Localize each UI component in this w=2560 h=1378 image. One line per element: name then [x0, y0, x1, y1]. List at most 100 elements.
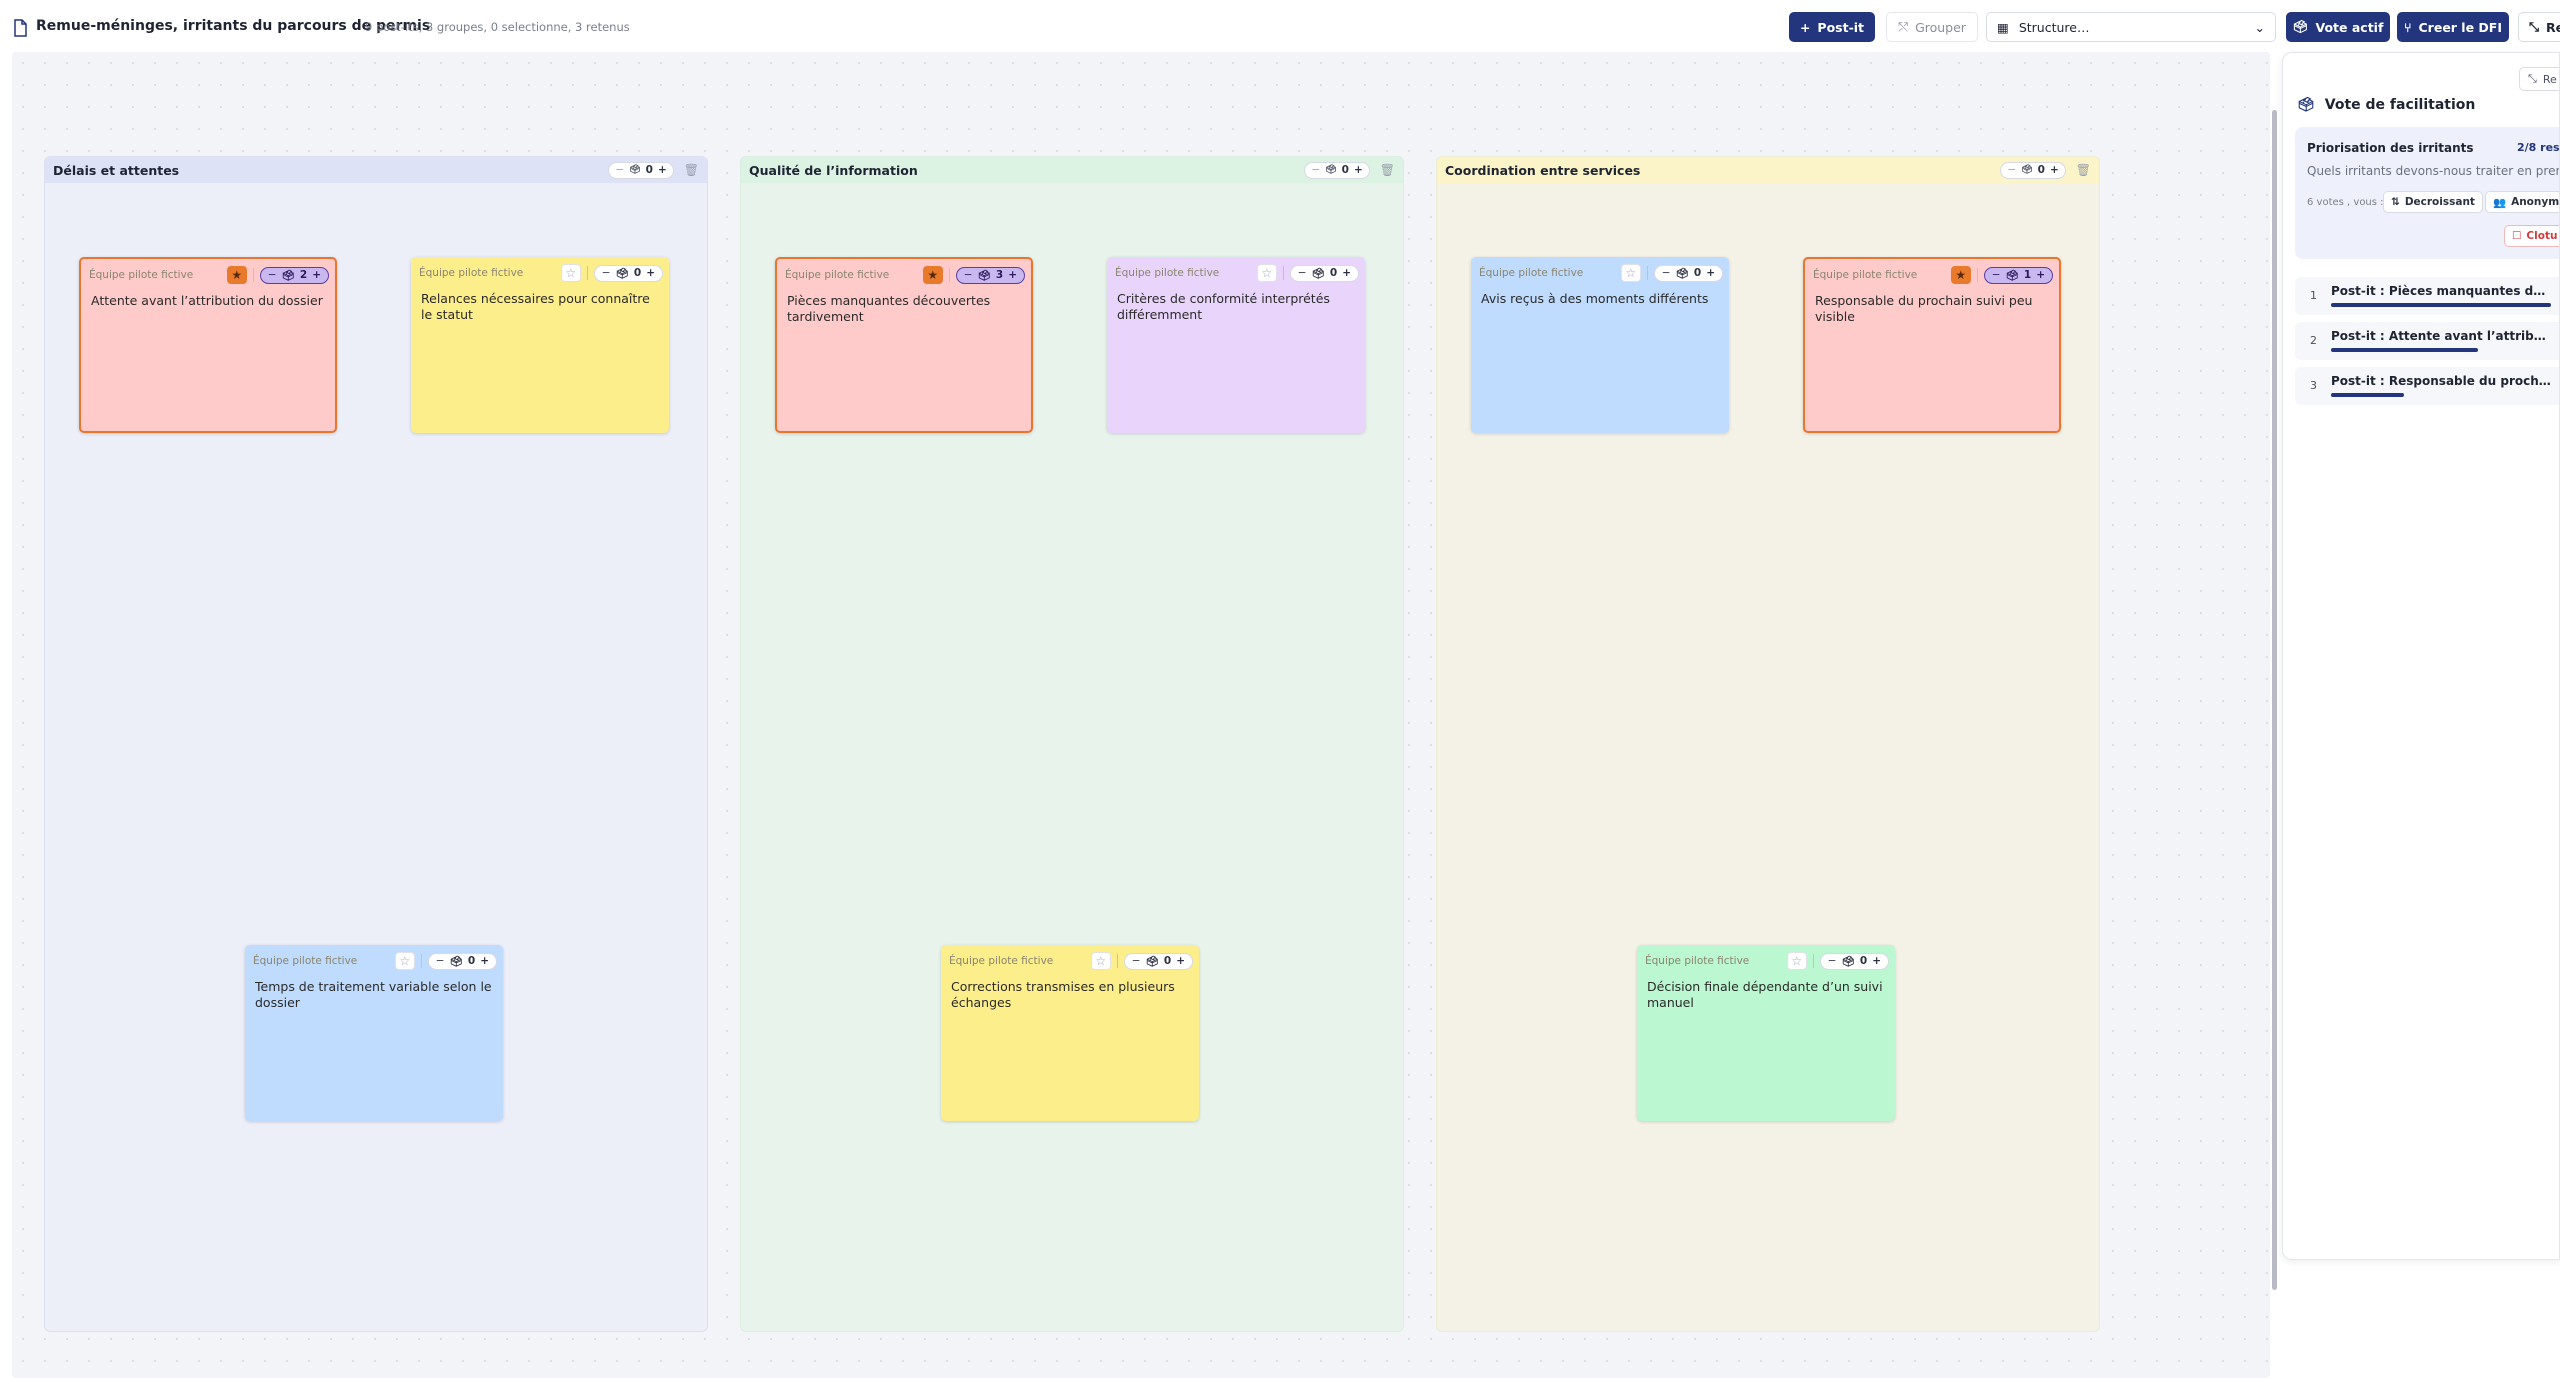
star-outline-icon[interactable]: ☆: [394, 952, 415, 970]
star-icon[interactable]: ★: [922, 266, 943, 284]
note-vote-count: 0: [467, 955, 476, 967]
top-bar: Remue-méninges, irritants du parcours de…: [0, 0, 2560, 54]
panel-title-text: Vote de facilitation: [2324, 97, 2476, 113]
postit-note[interactable]: Équipe pilote fictive ☆ − 🗳 0 + Temps de…: [245, 945, 503, 1121]
plus-icon[interactable]: +: [2036, 269, 2045, 281]
panel-reduce-button[interactable]: ⤡ Re: [2519, 67, 2559, 91]
note-vote-stepper[interactable]: − 🗳 0 +: [1819, 952, 1889, 970]
note-vote-stepper[interactable]: − 🗳 0 +: [593, 264, 663, 282]
star-icon[interactable]: ★: [226, 266, 247, 284]
note-vote-count: 3: [995, 269, 1004, 281]
star-outline-icon[interactable]: ☆: [560, 264, 581, 282]
note-text[interactable]: Relances nécessaires pour connaître le s…: [421, 291, 659, 323]
postit-note[interactable]: Équipe pilote fictive ☆ − 🗳 0 + Critères…: [1107, 257, 1365, 433]
close-vote-button[interactable]: ☐ Clotu: [2504, 225, 2559, 247]
note-text[interactable]: Responsable du prochain suivi peu visibl…: [1815, 293, 2049, 325]
note-vote-count: 2: [299, 269, 308, 281]
add-postit-button[interactable]: + Post-it: [1789, 12, 1875, 42]
plus-icon[interactable]: +: [1872, 955, 1881, 967]
group-qualite[interactable]: Qualité de l’information − 🗳 0 + 🗑 Équip…: [740, 156, 1404, 1332]
plus-icon[interactable]: +: [312, 269, 321, 281]
minus-icon[interactable]: −: [615, 164, 624, 176]
minus-icon[interactable]: −: [1311, 164, 1320, 176]
plus-icon[interactable]: +: [2050, 164, 2059, 176]
minus-icon[interactable]: −: [1298, 267, 1307, 279]
star-outline-icon[interactable]: ☆: [1090, 952, 1111, 970]
postit-note[interactable]: Équipe pilote fictive ★ − 🗳 3 + Pièces m…: [775, 257, 1033, 433]
postit-note[interactable]: Équipe pilote fictive ★ − 🗳 1 + Responsa…: [1803, 257, 2061, 433]
group-vote-stepper[interactable]: − 🗳 0 +: [1304, 161, 1370, 179]
star-outline-icon[interactable]: ☆: [1620, 264, 1641, 282]
star-outline-icon[interactable]: ☆: [1256, 264, 1277, 282]
anonymous-button[interactable]: 👥 Anonym: [2485, 191, 2560, 213]
group-title: Coordination entre services: [1445, 162, 1641, 178]
plus-icon[interactable]: +: [1176, 955, 1185, 967]
postit-note[interactable]: Équipe pilote fictive ☆ − 🗳 0 + Correcti…: [941, 945, 1199, 1121]
minus-icon[interactable]: −: [1828, 955, 1837, 967]
note-vote-stepper[interactable]: − 🗳 3 +: [955, 266, 1025, 284]
ballot-icon: 🗳: [615, 267, 629, 280]
canvas-scrollbar[interactable]: [2272, 110, 2277, 1290]
note-text[interactable]: Pièces manquantes découvertes tardivemen…: [787, 293, 1021, 325]
note-text[interactable]: Temps de traitement variable selon le do…: [255, 979, 493, 1011]
plus-icon[interactable]: +: [658, 164, 667, 176]
minus-icon[interactable]: −: [1132, 955, 1141, 967]
group-vote-stepper[interactable]: − 🗳 0 +: [2000, 161, 2066, 179]
sort-icon: ⇅: [2391, 196, 2400, 208]
ranking-item[interactable]: 3 Post-it : Responsable du prochain suiv…: [2295, 367, 2559, 405]
grouper-button[interactable]: ⤲ Grouper: [1886, 12, 1978, 42]
note-text[interactable]: Décision finale dépendante d’un suivi ma…: [1647, 979, 1885, 1011]
anonymous-label: Anonym: [2511, 196, 2560, 208]
plus-icon[interactable]: +: [480, 955, 489, 967]
group-delais[interactable]: Délais et attentes − 🗳 0 + 🗑 Équipe pilo…: [44, 156, 708, 1332]
minus-icon[interactable]: −: [268, 269, 277, 281]
postit-note[interactable]: Équipe pilote fictive ★ − 🗳 2 + Attente …: [79, 257, 337, 433]
structure-select[interactable]: ▦ Structure… ⌄: [1986, 12, 2276, 42]
group-title: Qualité de l’information: [749, 162, 918, 178]
group-vote-stepper[interactable]: − 🗳 0 +: [608, 161, 674, 179]
postit-note[interactable]: Équipe pilote fictive ☆ − 🗳 0 + Relances…: [411, 257, 669, 433]
structure-value: Structure…: [2018, 19, 2090, 35]
plus-icon[interactable]: +: [1008, 269, 1017, 281]
note-text[interactable]: Attente avant l’attribution du dossier: [91, 293, 325, 309]
plus-icon[interactable]: +: [1342, 267, 1351, 279]
plus-icon[interactable]: +: [646, 267, 655, 279]
minus-icon[interactable]: −: [964, 269, 973, 281]
note-text[interactable]: Corrections transmises en plusieurs écha…: [951, 979, 1189, 1011]
trash-icon[interactable]: 🗑: [684, 163, 699, 177]
group-coordination[interactable]: Coordination entre services − 🗳 0 + 🗑 Éq…: [1436, 156, 2100, 1332]
postit-note[interactable]: Équipe pilote fictive ☆ − 🗳 0 + Décision…: [1637, 945, 1895, 1121]
vote-active-button[interactable]: 🗳 Vote actif: [2286, 12, 2390, 42]
minus-icon[interactable]: −: [1662, 267, 1671, 279]
create-dfi-button[interactable]: ⑂ Creer le DFI: [2397, 12, 2509, 42]
minus-icon[interactable]: −: [2007, 164, 2016, 176]
star-outline-icon[interactable]: ☆: [1786, 952, 1807, 970]
plus-icon[interactable]: +: [1706, 267, 1715, 279]
minus-icon[interactable]: −: [1992, 269, 2001, 281]
note-vote-stepper[interactable]: − 🗳 0 +: [1289, 264, 1359, 282]
rank-label: Post-it : Responsable du prochain suivi …: [2331, 374, 2551, 388]
board-canvas[interactable]: Délais et attentes − 🗳 0 + 🗑 Équipe pilo…: [12, 52, 2277, 1378]
grid-icon: ▦: [1997, 19, 2009, 35]
minus-icon[interactable]: −: [436, 955, 445, 967]
trash-icon[interactable]: 🗑: [2076, 163, 2091, 177]
sort-label: Decroissant: [2404, 196, 2475, 208]
note-text[interactable]: Avis reçus à des moments différents: [1481, 291, 1719, 307]
ballot-icon: 🗳: [1841, 955, 1855, 968]
note-text[interactable]: Critères de conformité interprétés diffé…: [1117, 291, 1355, 323]
trash-icon[interactable]: 🗑: [1380, 163, 1395, 177]
minus-icon[interactable]: −: [602, 267, 611, 279]
reduce-button[interactable]: ⤡ Re: [2518, 12, 2560, 42]
note-vote-stepper[interactable]: − 🗳 0 +: [427, 952, 497, 970]
ranking-item[interactable]: 2 Post-it : Attente avant l’attribution …: [2295, 322, 2559, 360]
note-vote-stepper[interactable]: − 🗳 1 +: [1983, 266, 2053, 284]
ranking-item[interactable]: 1 Post-it : Pièces manquantes découverte…: [2295, 277, 2559, 315]
note-vote-stepper[interactable]: − 🗳 2 +: [259, 266, 329, 284]
sort-button[interactable]: ⇅ Decroissant: [2383, 191, 2483, 213]
star-icon[interactable]: ★: [1950, 266, 1971, 284]
plus-icon[interactable]: +: [1354, 164, 1363, 176]
note-vote-stepper[interactable]: − 🗳 0 +: [1653, 264, 1723, 282]
branch-icon: ⑂: [2403, 19, 2412, 35]
postit-note[interactable]: Équipe pilote fictive ☆ − 🗳 0 + Avis reç…: [1471, 257, 1729, 433]
note-vote-stepper[interactable]: − 🗳 0 +: [1123, 952, 1193, 970]
